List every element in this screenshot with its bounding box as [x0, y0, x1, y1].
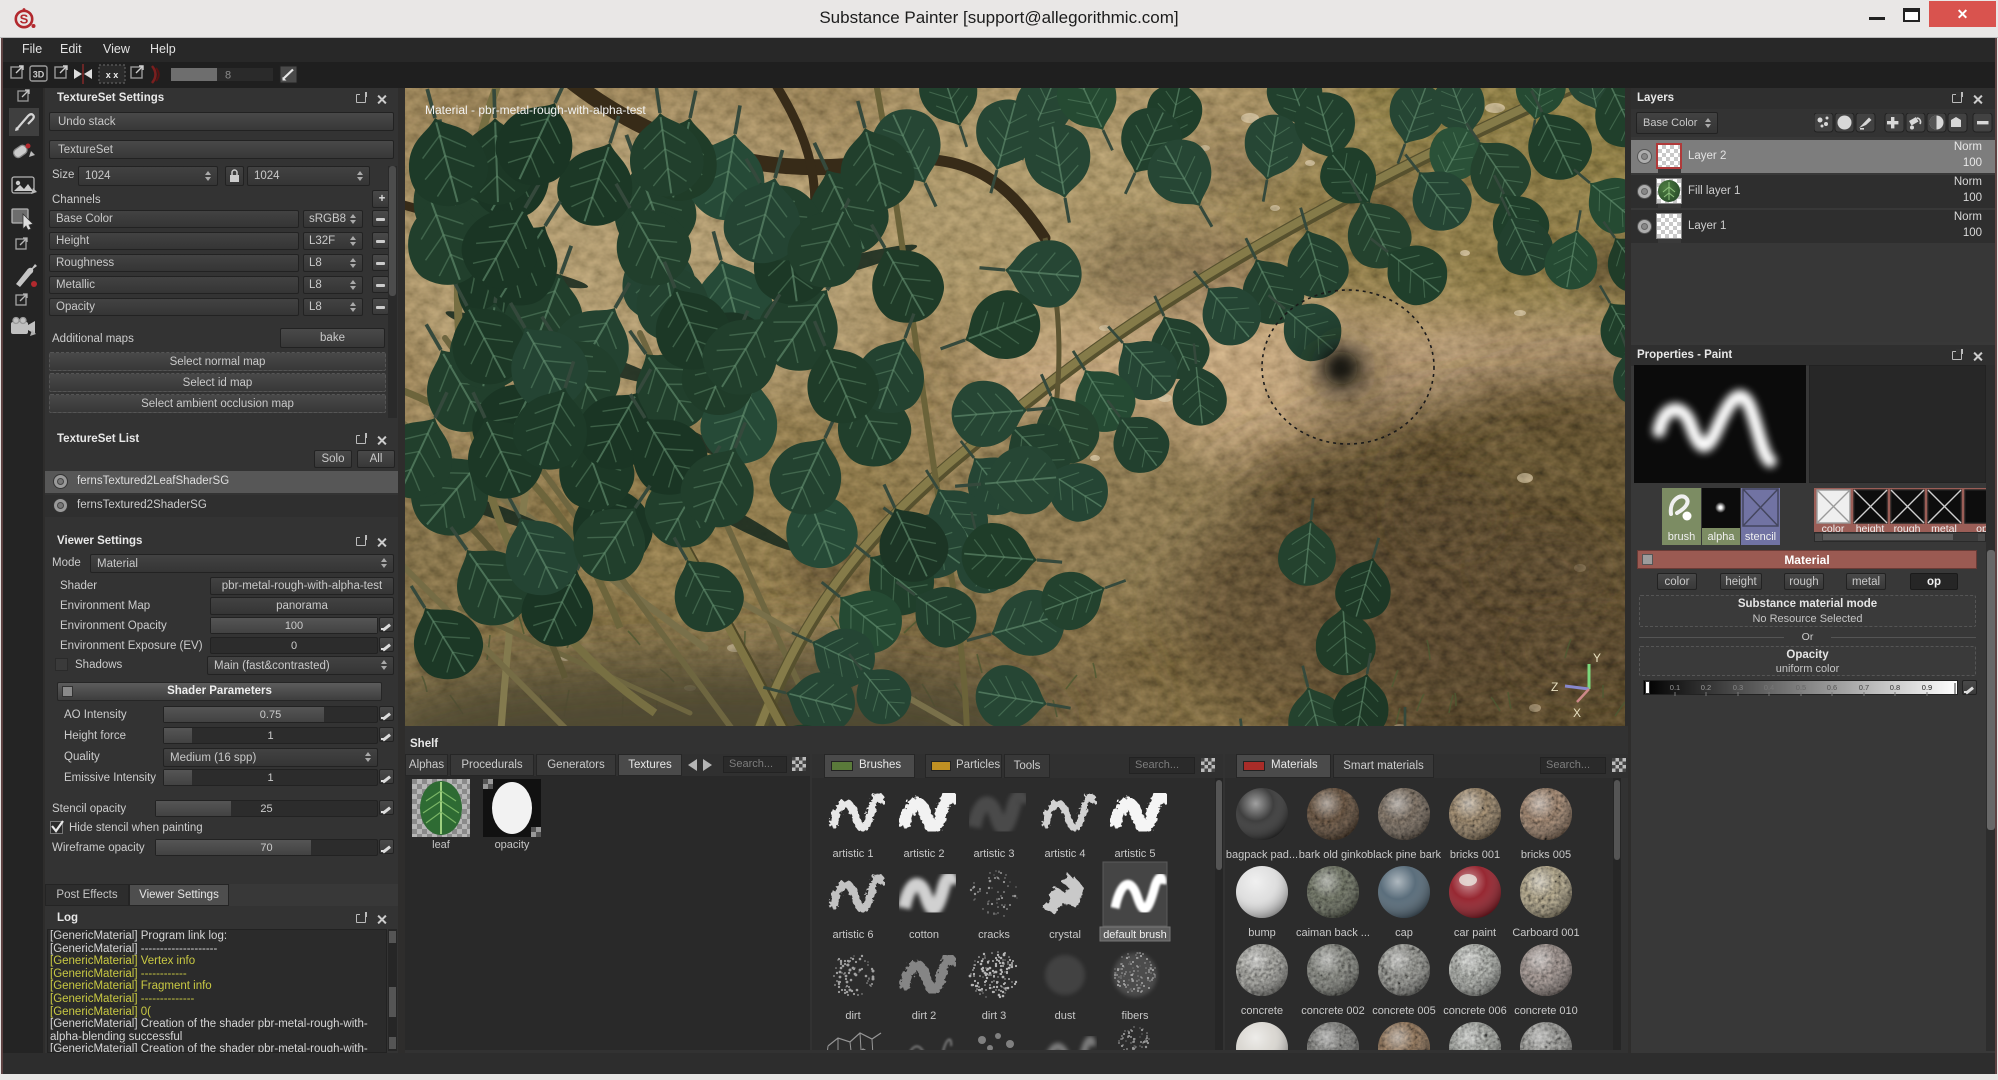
svg-text:Material - pbr-metal-rough-wit: Material - pbr-metal-rough-with-alpha-te… — [425, 103, 646, 117]
svg-text:concrete 006: concrete 006 — [1443, 1005, 1507, 1017]
svg-text:artistic 4: artistic 4 — [1045, 848, 1086, 860]
svg-text:X: X — [1573, 706, 1581, 720]
svg-text:0.8: 0.8 — [1890, 683, 1900, 692]
svg-text:concrete: concrete — [1241, 1005, 1283, 1017]
svg-text:0.1: 0.1 — [1670, 683, 1680, 692]
svg-text:Carboard 001: Carboard 001 — [1512, 927, 1579, 939]
svg-text:rough: rough — [1894, 523, 1921, 532]
svg-text:dirt: dirt — [845, 1010, 860, 1022]
svg-text:dirt 2: dirt 2 — [912, 1010, 936, 1022]
svg-text:0.3: 0.3 — [1733, 683, 1743, 692]
svg-text:artistic 6: artistic 6 — [833, 929, 874, 941]
svg-text:op: op — [1976, 523, 1986, 532]
svg-text:bricks 005: bricks 005 — [1521, 849, 1571, 861]
svg-text:artistic 2: artistic 2 — [904, 848, 945, 860]
svg-text:0.9: 0.9 — [1922, 683, 1932, 692]
svg-text:0.2: 0.2 — [1701, 683, 1711, 692]
svg-text:artistic 5: artistic 5 — [1115, 848, 1156, 860]
svg-text:0.6: 0.6 — [1827, 683, 1837, 692]
svg-text:metal: metal — [1931, 523, 1957, 532]
svg-text:caiman back ...: caiman back ... — [1296, 927, 1370, 939]
svg-text:color: color — [1822, 523, 1845, 532]
svg-text:concrete 005: concrete 005 — [1372, 1005, 1436, 1017]
svg-text:height: height — [1856, 523, 1885, 532]
svg-text:fibers: fibers — [1122, 1010, 1149, 1022]
svg-text:cap: cap — [1395, 927, 1413, 939]
svg-text:0.5: 0.5 — [1796, 683, 1806, 692]
svg-text:artistic 1: artistic 1 — [833, 848, 874, 860]
svg-text:bricks 001: bricks 001 — [1450, 849, 1500, 861]
svg-text:concrete 010: concrete 010 — [1514, 1005, 1578, 1017]
svg-text:black pine bark: black pine bark — [1367, 849, 1441, 861]
svg-text:crystal: crystal — [1049, 929, 1081, 941]
svg-text:cotton: cotton — [909, 929, 939, 941]
svg-text:concrete 002: concrete 002 — [1301, 1005, 1365, 1017]
svg-text:default brush: default brush — [1103, 929, 1167, 941]
svg-text:0.7: 0.7 — [1859, 683, 1869, 692]
svg-text:cracks: cracks — [978, 929, 1010, 941]
svg-text:8: 8 — [225, 70, 231, 82]
svg-text:bark old ginko: bark old ginko — [1299, 849, 1368, 861]
svg-text:3D: 3D — [33, 70, 45, 80]
svg-text:bagpack pad...: bagpack pad... — [1226, 849, 1298, 861]
svg-text:dust: dust — [1055, 1010, 1076, 1022]
svg-text:bump: bump — [1248, 927, 1276, 939]
svg-text:car paint: car paint — [1454, 927, 1496, 939]
svg-text:artistic 3: artistic 3 — [974, 848, 1015, 860]
svg-text:x x: x x — [106, 70, 119, 80]
svg-text:0.4: 0.4 — [1764, 683, 1774, 692]
svg-text:Y: Y — [1593, 651, 1601, 665]
svg-text:Z: Z — [1551, 680, 1558, 694]
svg-text:dirt 3: dirt 3 — [982, 1010, 1006, 1022]
